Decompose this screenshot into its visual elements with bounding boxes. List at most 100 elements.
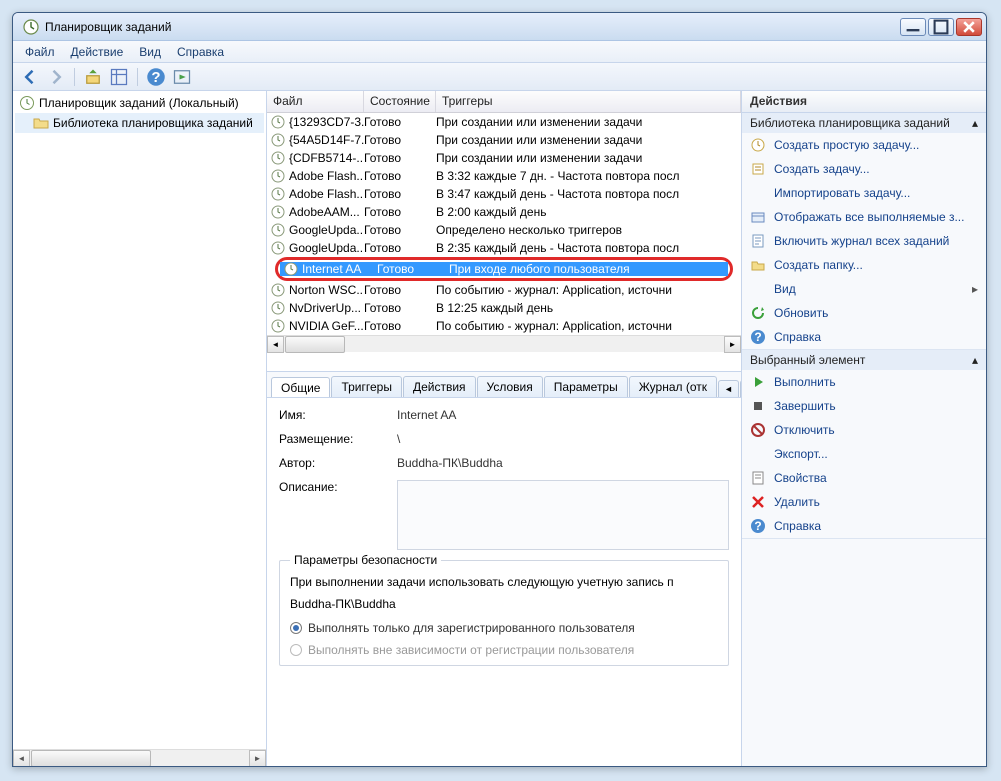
tab-actions[interactable]: Действия: [403, 376, 476, 397]
author-label: Автор:: [279, 456, 397, 470]
security-group: Параметры безопасности При выполнении за…: [279, 560, 729, 666]
help-button[interactable]: ?: [145, 66, 167, 88]
task-row[interactable]: Norton WSC...ГотовоПо событию - журнал: …: [267, 281, 741, 299]
task-row[interactable]: GoogleUpda...ГотовоОпределено несколько …: [267, 221, 741, 239]
name-value: Internet AA: [397, 408, 729, 422]
task-row[interactable]: NVIDIA GeF...ГотовоПо событию - журнал: …: [267, 317, 741, 335]
action-item[interactable]: ?Справка: [742, 325, 986, 349]
collapse-icon: ▴: [972, 116, 978, 130]
action-icon: [750, 233, 766, 249]
action-item[interactable]: Создать простую задачу...: [742, 133, 986, 157]
security-text: При выполнении задачи использовать следу…: [290, 575, 718, 589]
clock-icon: [284, 262, 298, 276]
up-button[interactable]: [82, 66, 104, 88]
col-triggers[interactable]: Триггеры: [436, 91, 741, 112]
tab-scroll-left[interactable]: ◄: [718, 380, 739, 397]
action-item[interactable]: Отключить: [742, 418, 986, 442]
menu-help[interactable]: Справка: [169, 43, 232, 61]
tree-root[interactable]: Планировщик заданий (Локальный): [15, 93, 264, 113]
action-item[interactable]: Обновить: [742, 301, 986, 325]
col-state[interactable]: Состояние: [364, 91, 436, 112]
maximize-button[interactable]: [928, 18, 954, 36]
actions-section2-header[interactable]: Выбранный элемент ▴: [742, 350, 986, 370]
window-title: Планировщик заданий: [45, 20, 900, 34]
clock-icon: [271, 283, 285, 297]
action-item[interactable]: Включить журнал всех заданий: [742, 229, 986, 253]
radio-logged-user[interactable]: Выполнять только для зарегистрированного…: [290, 621, 718, 635]
task-row[interactable]: {13293CD7-3...ГотовоПри создании или изм…: [267, 113, 741, 131]
action-item[interactable]: Свойства: [742, 466, 986, 490]
tab-conditions[interactable]: Условия: [477, 376, 543, 397]
tab-general[interactable]: Общие: [271, 377, 330, 398]
task-row[interactable]: Adobe Flash...ГотовоВ 3:32 каждые 7 дн. …: [267, 167, 741, 185]
desc-label: Описание:: [279, 480, 397, 494]
task-row[interactable]: AdobeAAM...ГотовоВ 2:00 каждый день: [267, 203, 741, 221]
actions-section1-header[interactable]: Библиотека планировщика заданий ▴: [742, 113, 986, 133]
action-icon: [750, 470, 766, 486]
security-account: Buddha-ПК\Buddha: [290, 597, 718, 611]
titlebar[interactable]: Планировщик заданий: [13, 13, 986, 41]
action-item[interactable]: Завершить: [742, 394, 986, 418]
task-row[interactable]: Adobe Flash...ГотовоВ 3:47 каждый день -…: [267, 185, 741, 203]
task-row-selected[interactable]: Internet AAГотовоПри входе любого пользо…: [280, 260, 728, 278]
toolbar: ?: [13, 63, 986, 91]
run-button[interactable]: [171, 66, 193, 88]
action-item[interactable]: Создать папку...: [742, 253, 986, 277]
tree-root-label: Планировщик заданий (Локальный): [39, 96, 239, 110]
menu-action[interactable]: Действие: [63, 43, 132, 61]
description-box[interactable]: [397, 480, 729, 550]
svg-text:?: ?: [754, 330, 761, 344]
clock-icon: [271, 319, 285, 333]
action-item[interactable]: Импортировать задачу...: [742, 181, 986, 205]
clock-icon: [271, 169, 285, 183]
clock-icon: [271, 223, 285, 237]
action-item[interactable]: Выполнить: [742, 370, 986, 394]
task-row[interactable]: GoogleUpda...ГотовоВ 2:35 каждый день - …: [267, 239, 741, 257]
tree-hscroll[interactable]: ◄ ►: [13, 749, 266, 766]
action-icon: [750, 494, 766, 510]
task-row[interactable]: {54A5D14F-7...ГотовоПри создании или изм…: [267, 131, 741, 149]
name-label: Имя:: [279, 408, 397, 422]
task-detail: Общие Триггеры Действия Условия Параметр…: [267, 371, 741, 766]
action-icon: ?: [750, 518, 766, 534]
minimize-button[interactable]: [900, 18, 926, 36]
action-icon: [750, 161, 766, 177]
tab-log[interactable]: Журнал (отк: [629, 376, 717, 397]
forward-button[interactable]: [45, 66, 67, 88]
clock-icon: [271, 151, 285, 165]
col-file[interactable]: Файл: [267, 91, 364, 112]
action-icon: [750, 398, 766, 414]
action-item[interactable]: Создать задачу...: [742, 157, 986, 181]
back-button[interactable]: [19, 66, 41, 88]
details-button[interactable]: [108, 66, 130, 88]
location-value: \: [397, 432, 729, 446]
action-item[interactable]: Отображать все выполняемые з...: [742, 205, 986, 229]
folder-icon: [33, 115, 49, 131]
task-list-header[interactable]: Файл Состояние Триггеры: [267, 91, 741, 113]
action-item[interactable]: Экспорт...: [742, 442, 986, 466]
action-icon: [750, 209, 766, 225]
radio-any-user[interactable]: Выполнять вне зависимости от регистрации…: [290, 643, 718, 657]
svg-text:?: ?: [151, 69, 160, 86]
tab-triggers[interactable]: Триггеры: [331, 376, 402, 397]
action-icon: [750, 374, 766, 390]
action-icon: [750, 422, 766, 438]
tab-general-body: Имя: Internet AA Размещение: \ Автор: Bu…: [267, 398, 741, 766]
menu-view[interactable]: Вид: [131, 43, 169, 61]
close-button[interactable]: [956, 18, 982, 36]
tab-scroll-right[interactable]: ►: [740, 380, 741, 397]
action-icon: [750, 185, 766, 201]
task-row[interactable]: {CDFB5714-...ГотовоПри создании или изме…: [267, 149, 741, 167]
action-item[interactable]: ?Справка: [742, 514, 986, 538]
tab-params[interactable]: Параметры: [544, 376, 628, 397]
action-item[interactable]: Удалить: [742, 490, 986, 514]
tree-library[interactable]: Библиотека планировщика заданий: [15, 113, 264, 133]
task-list[interactable]: {13293CD7-3...ГотовоПри создании или изм…: [267, 113, 741, 371]
action-icon: [750, 137, 766, 153]
menubar: Файл Действие Вид Справка: [13, 41, 986, 63]
task-row[interactable]: NvDriverUp...ГотовоВ 12:25 каждый день: [267, 299, 741, 317]
action-item[interactable]: Вид: [742, 277, 986, 301]
menu-file[interactable]: Файл: [17, 43, 63, 61]
clock-icon: [271, 187, 285, 201]
svg-text:?: ?: [754, 519, 761, 533]
